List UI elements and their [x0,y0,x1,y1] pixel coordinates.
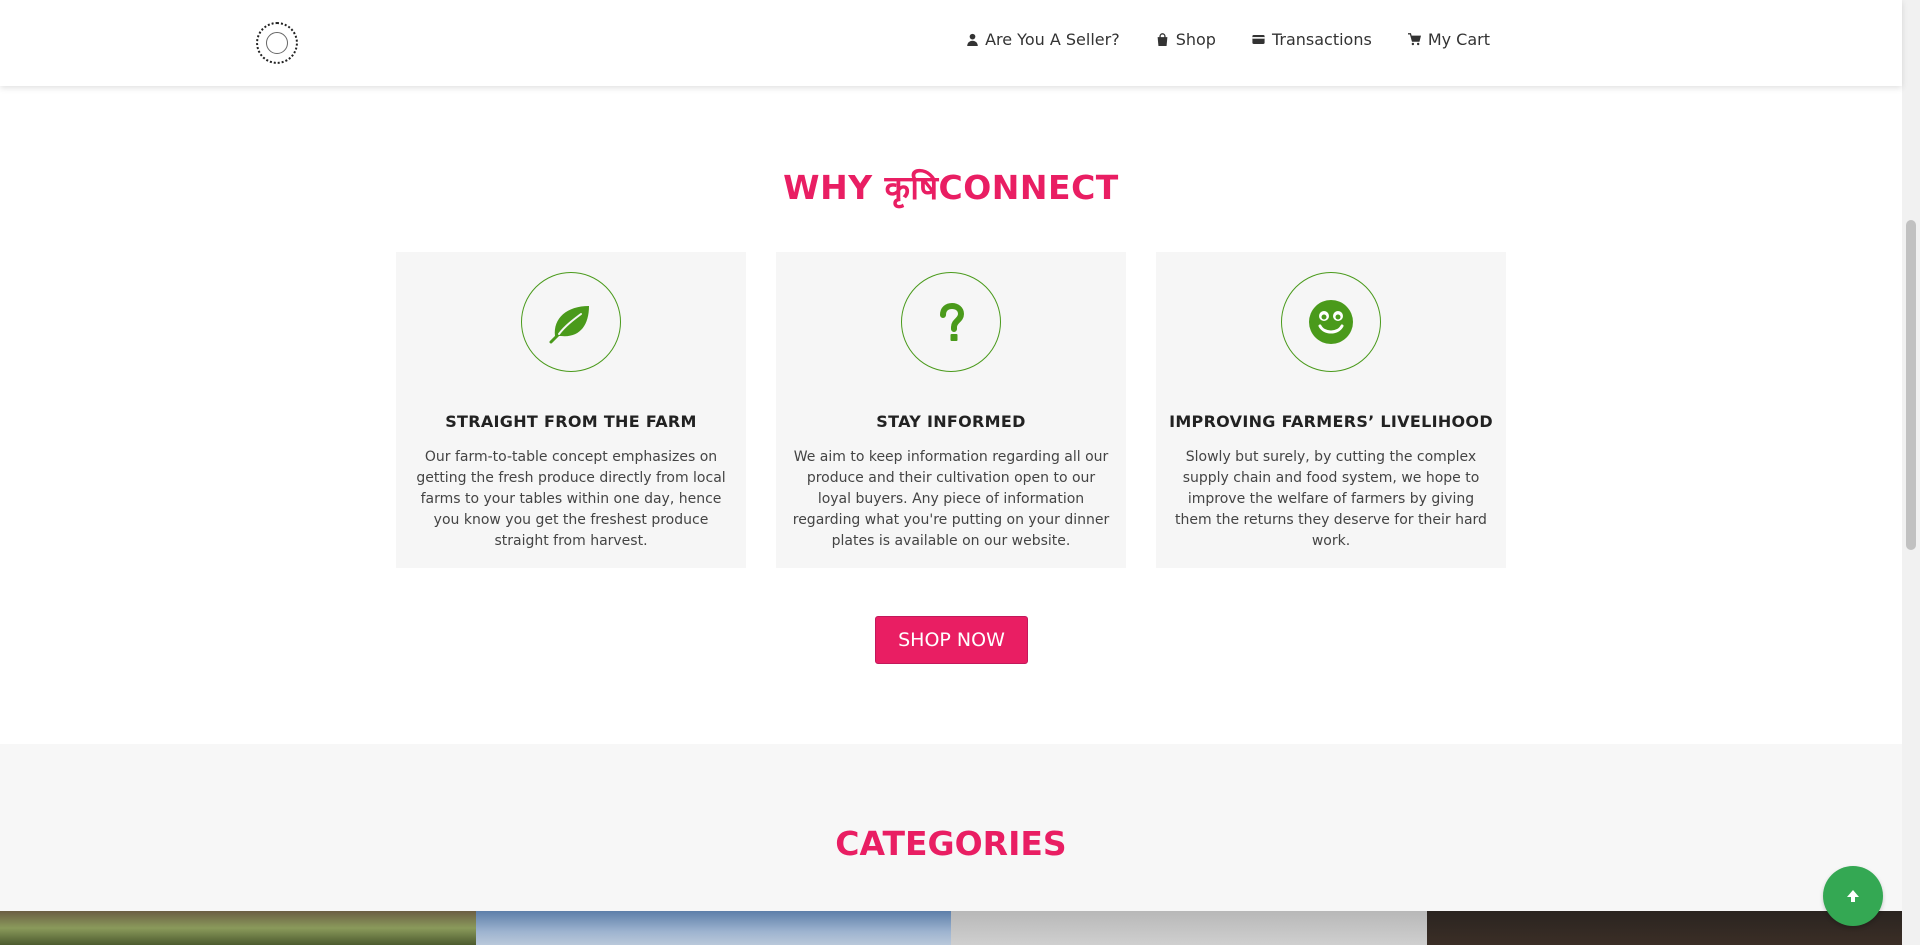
leaf-icon [521,272,621,372]
credit-card-icon [1252,33,1266,47]
why-section-title: WHY कृषिCONNECT [783,168,1119,207]
logo-emblem [266,32,288,54]
shop-now-button[interactable]: SHOP NOW [875,616,1028,664]
user-icon [965,33,979,47]
cart-icon [1408,33,1422,47]
smiley-icon [1281,272,1381,372]
category-tile[interactable] [0,911,476,945]
navbar: Are You A Seller? Shop Transactions My C… [0,0,1902,86]
nav-link-label: My Cart [1427,30,1490,49]
card-text: We aim to keep information regarding all… [792,449,1110,549]
feature-cards: STRAIGHT FROM THE FARM Our farm-to-table… [396,252,1506,568]
card-text: Our farm-to-table concept emphasizes on … [416,449,726,549]
card-title: IMPROVING FARMERS’ LIVELIHOOD [1169,412,1493,431]
category-tile[interactable] [475,911,951,945]
feature-card-farm: STRAIGHT FROM THE FARM Our farm-to-table… [396,252,746,568]
question-icon [901,272,1001,372]
nav-links: Are You A Seller? Shop Transactions My C… [965,30,1490,49]
arrow-up-icon [1847,890,1859,902]
category-tile[interactable] [951,911,1427,945]
scrollbar-thumb[interactable] [1906,220,1916,550]
back-to-top-button[interactable] [1823,866,1883,926]
nav-link-shop[interactable]: Shop [1156,30,1216,49]
category-tiles [0,911,1902,945]
card-title: STAY INFORMED [876,412,1026,431]
nav-link-cart[interactable]: My Cart [1408,30,1490,49]
feature-card-informed: STAY INFORMED We aim to keep information… [776,252,1126,568]
nav-link-transactions[interactable]: Transactions [1252,30,1372,49]
nav-link-label: Shop [1175,30,1216,49]
card-text: Slowly but surely, by cutting the comple… [1175,449,1487,549]
nav-link-label: Transactions [1271,30,1372,49]
nav-link-label: Are You A Seller? [985,30,1120,49]
feature-card-livelihood: IMPROVING FARMERS’ LIVELIHOOD Slowly but… [1156,252,1506,568]
shopping-bag-icon [1156,33,1170,47]
categories-section: CATEGORIES [0,744,1902,945]
site-logo[interactable] [256,22,298,64]
page-scrollbar[interactable] [1902,0,1920,945]
categories-title: CATEGORIES [835,824,1067,863]
nav-link-seller[interactable]: Are You A Seller? [965,30,1120,49]
card-title: STRAIGHT FROM THE FARM [445,412,697,431]
